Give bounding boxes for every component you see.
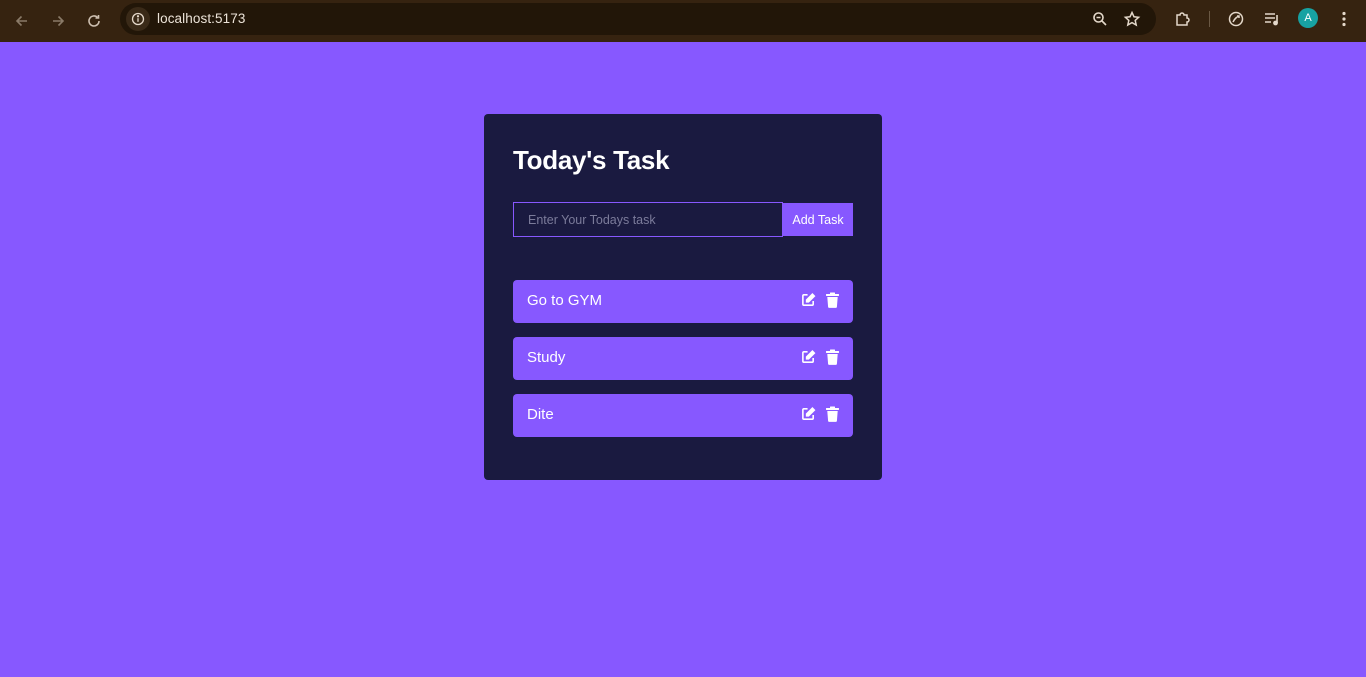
trash-icon[interactable] (825, 292, 840, 308)
bookmark-button[interactable] (1123, 10, 1141, 28)
forward-arrow-icon (53, 15, 65, 27)
zoom-icon (1093, 12, 1107, 26)
page-title: Today's Task (513, 145, 670, 175)
site-info-button[interactable] (126, 7, 150, 31)
back-arrow-icon (15, 15, 27, 27)
media-button[interactable] (1262, 9, 1282, 29)
add-task-form: Add Task (513, 202, 853, 237)
task-item: Go to GYM (513, 280, 853, 323)
edit-icon[interactable] (801, 292, 816, 308)
task-actions (801, 292, 840, 308)
back-button[interactable] (9, 8, 35, 34)
media-list-icon (1265, 13, 1278, 26)
task-list: Go to GYM Study Dite (513, 280, 853, 451)
task-text: Study (527, 349, 566, 366)
task-text: Go to GYM (527, 292, 603, 309)
profile-avatar[interactable]: A (1298, 8, 1318, 28)
trash-icon[interactable] (825, 406, 840, 422)
task-actions (801, 349, 840, 365)
forward-button[interactable] (45, 8, 71, 34)
leaf-icon (1228, 11, 1244, 27)
zoom-button[interactable] (1091, 10, 1109, 28)
star-icon (1123, 10, 1141, 27)
edit-icon[interactable] (801, 349, 816, 365)
reload-icon (88, 15, 100, 27)
task-input[interactable] (513, 202, 783, 237)
task-item: Study (513, 337, 853, 380)
toolbar-divider (1209, 11, 1210, 27)
edit-icon[interactable] (801, 406, 816, 422)
address-bar[interactable]: localhost:5173 (120, 3, 1156, 35)
url-text[interactable]: localhost:5173 (157, 11, 245, 26)
extensions-button[interactable] (1173, 9, 1193, 29)
info-icon (131, 12, 145, 26)
performance-button[interactable] (1226, 9, 1246, 29)
todo-card: Today's Task Add Task Go to GYM (484, 114, 882, 480)
trash-icon[interactable] (825, 349, 840, 365)
browser-toolbar: localhost:5173 A (0, 0, 1366, 42)
puzzle-icon (1176, 12, 1190, 26)
more-vertical-icon (1342, 11, 1346, 27)
task-text: Dite (527, 406, 554, 423)
add-task-button[interactable]: Add Task (783, 203, 853, 236)
task-actions (801, 406, 840, 422)
browser-menu-button[interactable] (1334, 9, 1354, 29)
task-item: Dite (513, 394, 853, 437)
reload-button[interactable] (81, 8, 107, 34)
